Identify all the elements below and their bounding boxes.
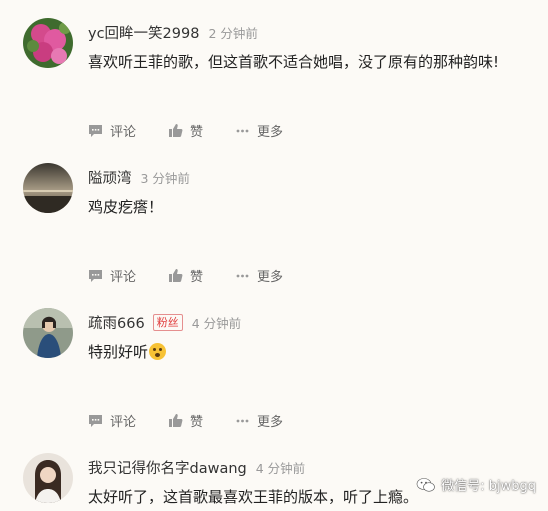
- like-button[interactable]: 赞: [168, 121, 235, 140]
- thumbs-up-icon: [168, 123, 183, 138]
- username[interactable]: 疏雨666: [88, 312, 145, 333]
- timestamp: 4 分钟前: [191, 316, 242, 331]
- timestamp: 4 分钟前: [255, 461, 306, 476]
- avatar[interactable]: [23, 163, 73, 213]
- watermark: 微信号: bjwbgq: [416, 475, 536, 494]
- timestamp: 3 分钟前: [140, 171, 190, 186]
- avatar[interactable]: [23, 18, 73, 68]
- more-label: 更多: [257, 270, 284, 285]
- avatar[interactable]: [23, 453, 73, 503]
- timestamp: 2 分钟前: [208, 26, 258, 41]
- comment-header: 我只记得你名字dawang 4 分钟前: [88, 457, 305, 478]
- reply-label: 评论: [110, 270, 137, 285]
- astonished-emoji-icon: [149, 343, 167, 360]
- username[interactable]: 我只记得你名字dawang: [88, 457, 247, 478]
- like-button[interactable]: 赞: [168, 411, 235, 430]
- comment-bubble-icon: [88, 268, 103, 283]
- thumbs-up-icon: [168, 413, 183, 428]
- like-label: 赞: [190, 415, 204, 430]
- comment-bubble-icon: [88, 413, 103, 428]
- fan-badge: 粉丝: [152, 314, 183, 331]
- reply-label: 评论: [110, 415, 137, 430]
- watermark-text: 微信号: bjwbgq: [441, 479, 536, 494]
- more-label: 更多: [257, 415, 284, 430]
- comment-text: 太好听了，这首歌最喜欢王菲的版本，听了上瘾。: [88, 488, 419, 506]
- comment-header: 疏雨666 粉丝 4 分钟前: [88, 312, 241, 333]
- comment-actions: 评论 赞 更多: [88, 411, 283, 430]
- ellipsis-icon: [235, 123, 250, 138]
- reply-button[interactable]: 评论: [88, 411, 168, 430]
- comment-text: 喜欢听王菲的歌，但这首歌不适合她唱，没了原有的那种韵味!: [88, 53, 500, 71]
- reply-button[interactable]: 评论: [88, 266, 168, 285]
- wechat-icon: [416, 477, 436, 492]
- reply-button[interactable]: 评论: [88, 121, 168, 140]
- more-button[interactable]: 更多: [235, 266, 283, 285]
- comment-actions: 评论 赞 更多: [88, 121, 283, 140]
- reply-label: 评论: [110, 125, 137, 140]
- comment-header: 隘顽湾 3 分钟前: [88, 167, 190, 188]
- like-button[interactable]: 赞: [168, 266, 235, 285]
- comment-text: 特别好听: [88, 341, 167, 362]
- avatar[interactable]: [23, 308, 73, 358]
- ellipsis-icon: [235, 413, 250, 428]
- username[interactable]: 隘顽湾: [88, 167, 132, 188]
- thumbs-up-icon: [168, 268, 183, 283]
- more-button[interactable]: 更多: [235, 411, 283, 430]
- username[interactable]: yc回眸一笑2998: [88, 22, 199, 43]
- comment-text: 鸡皮疙瘩！: [88, 198, 164, 216]
- more-button[interactable]: 更多: [235, 121, 283, 140]
- more-label: 更多: [257, 125, 284, 140]
- comment-bubble-icon: [88, 123, 103, 138]
- comment-header: yc回眸一笑2998 2 分钟前: [88, 22, 258, 43]
- like-label: 赞: [190, 270, 204, 285]
- comment-actions: 评论 赞 更多: [88, 266, 283, 285]
- like-label: 赞: [190, 125, 204, 140]
- ellipsis-icon: [235, 268, 250, 283]
